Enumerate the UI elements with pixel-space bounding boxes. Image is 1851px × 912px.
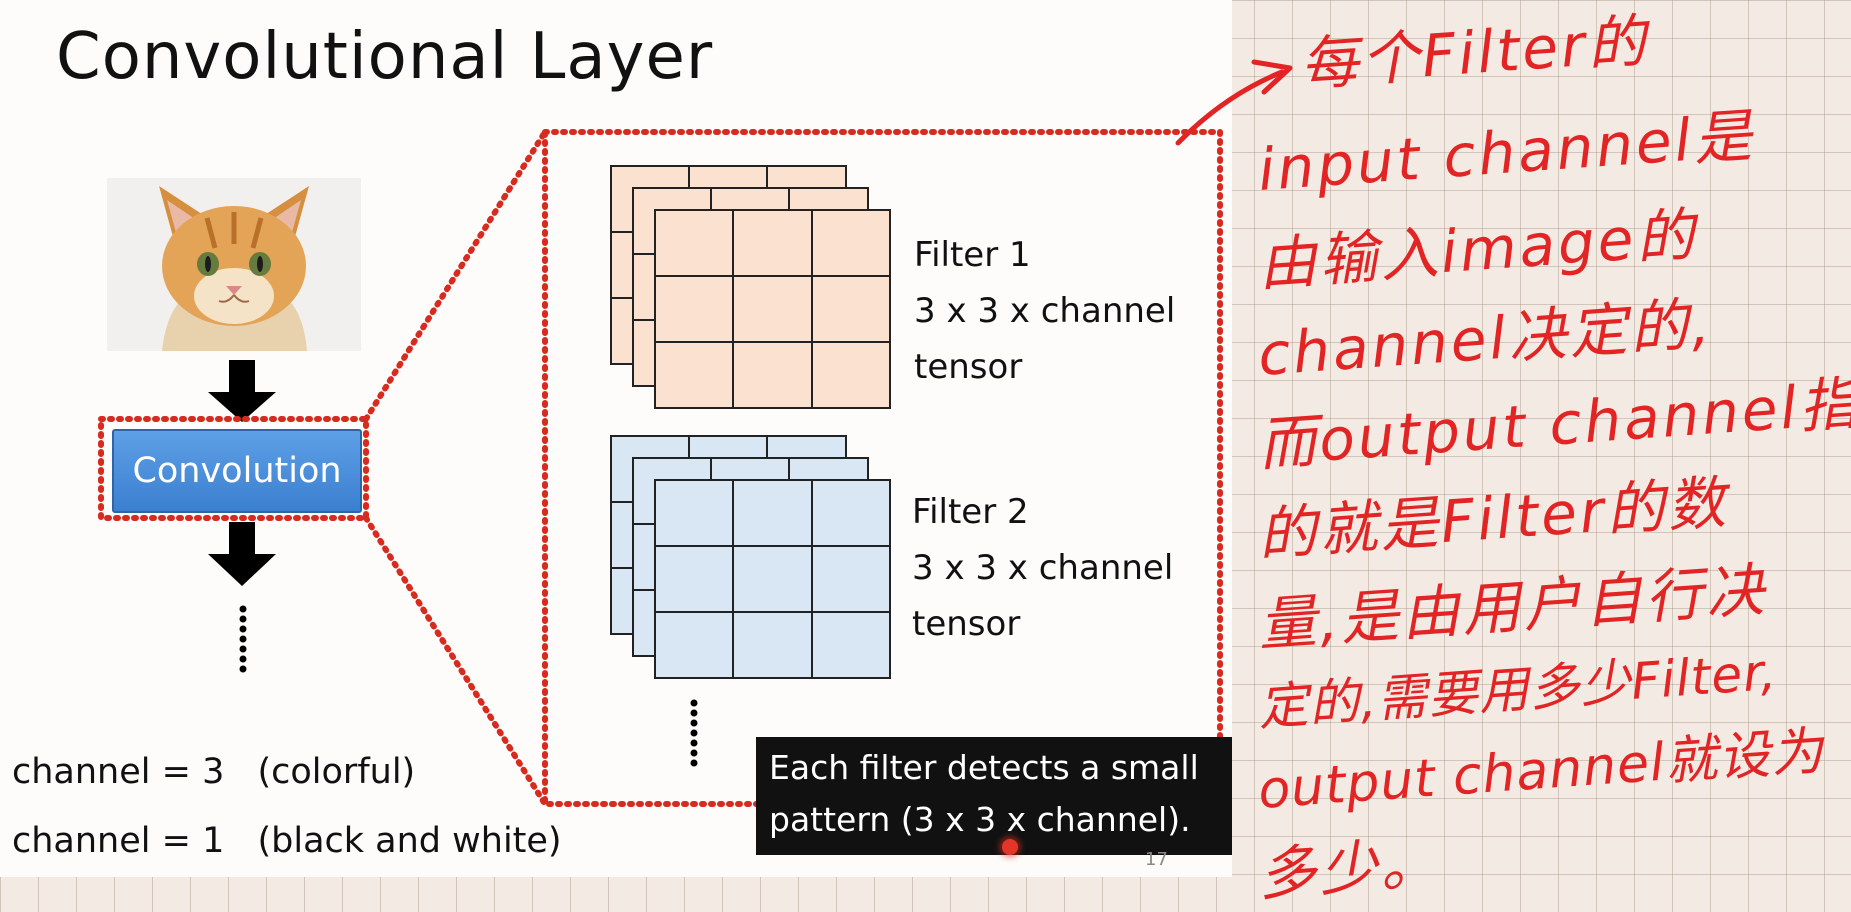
channel-equation: channel = 1 xyxy=(12,821,225,861)
channel-3-line: channel = 3 (colorful) xyxy=(12,752,415,792)
down-arrow-icon xyxy=(208,522,276,586)
convolution-button[interactable]: Convolution xyxy=(112,429,362,513)
slide: Convolutional Layer Convolution Filter 1… xyxy=(0,0,1232,877)
filter-2-tensor xyxy=(610,435,891,679)
filter-size: 3 x 3 x channel xyxy=(912,548,1174,588)
channel-note: (black and white) xyxy=(257,821,562,861)
note-line: 每个Filter的 xyxy=(1297,6,1651,99)
channel-1-line: channel = 1 (black and white) xyxy=(12,821,562,861)
more-dots-icon xyxy=(239,605,247,673)
filter-name: Filter 1 xyxy=(914,235,1031,275)
caption-line-2: pattern (3 x 3 x channel). xyxy=(769,800,1191,839)
filter-2-label: Filter 2 3 x 3 x channel tensor xyxy=(912,484,1173,652)
page-number: 17 xyxy=(1145,849,1168,870)
filter-1-label: Filter 1 3 x 3 x channel tensor xyxy=(914,227,1175,395)
channel-note: (colorful) xyxy=(257,752,416,792)
filter-1-tensor xyxy=(610,165,891,409)
laser-pointer-icon xyxy=(1002,839,1018,855)
note-line: 多少。 xyxy=(1255,828,1444,909)
channel-equation: channel = 3 xyxy=(12,752,225,792)
filter-kind: tensor xyxy=(914,347,1023,387)
zoom-connector xyxy=(363,129,548,422)
filter-size: 3 x 3 x channel xyxy=(914,291,1176,331)
filter-kind: tensor xyxy=(912,604,1021,644)
subtitle-caption: Each filter detects a small pattern (3 x… xyxy=(756,737,1232,855)
filter-name: Filter 2 xyxy=(912,492,1029,532)
more-dots-icon xyxy=(690,699,698,767)
down-arrow-icon xyxy=(208,360,276,422)
caption-line-1: Each filter detects a small xyxy=(769,748,1199,787)
